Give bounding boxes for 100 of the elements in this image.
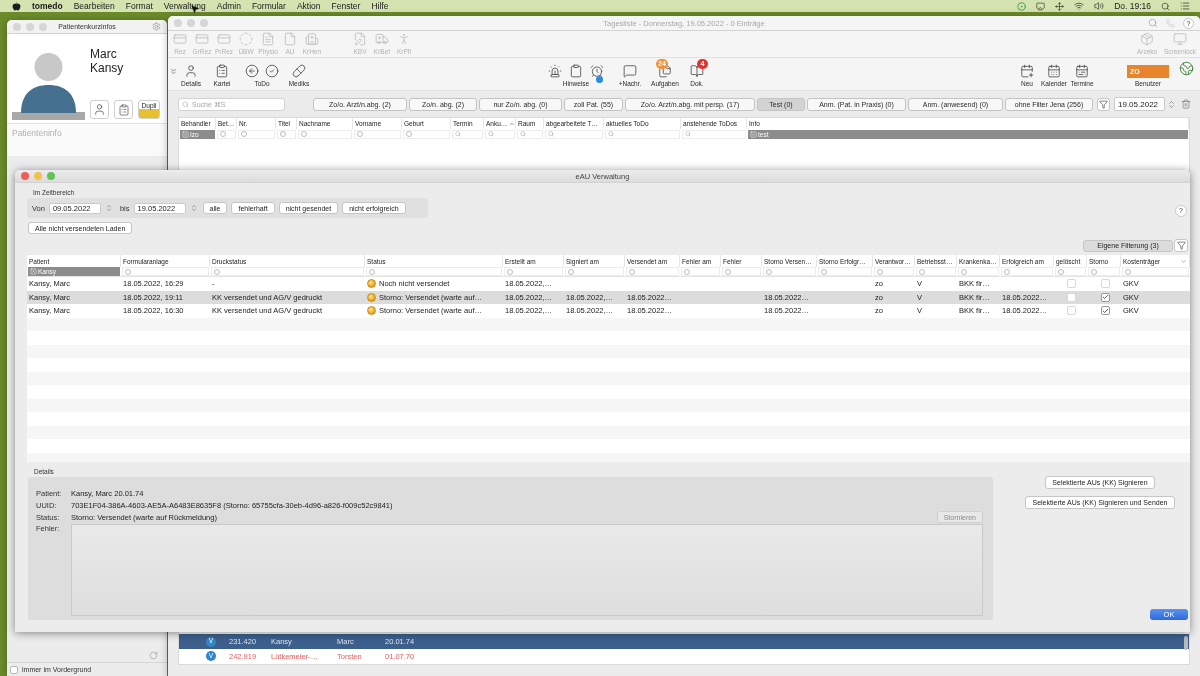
status-dot-icon — [367, 292, 376, 302]
filter-field[interactable] — [763, 267, 816, 276]
error-text-area[interactable] — [71, 524, 983, 616]
delete-button[interactable] — [1179, 97, 1192, 111]
list-icon[interactable] — [1180, 1, 1190, 11]
filter-field[interactable] — [565, 267, 624, 276]
message-icon — [623, 64, 637, 78]
clipboard-icon — [215, 64, 229, 78]
app-menu[interactable]: tomedo — [32, 1, 63, 11]
search-icon[interactable] — [1161, 1, 1170, 11]
search-icon — [548, 131, 554, 137]
filter-field[interactable] — [366, 267, 502, 276]
filter-field[interactable] — [298, 129, 352, 139]
monitor-icon — [1173, 32, 1187, 46]
filter-button[interactable] — [1174, 239, 1188, 252]
filter-field[interactable] — [874, 267, 914, 276]
close-button[interactable] — [21, 172, 29, 180]
search-icon — [608, 131, 614, 137]
filter-field[interactable] — [277, 129, 296, 139]
filter-field[interactable] — [722, 267, 761, 276]
refresh-icon[interactable] — [149, 651, 158, 660]
calendar-range-icon — [1075, 64, 1089, 78]
status-dot-icon — [367, 306, 376, 316]
volume-icon[interactable] — [1094, 1, 1105, 11]
apple-icon[interactable] — [12, 1, 21, 11]
stepper-icon[interactable] — [1167, 100, 1176, 109]
filter-field[interactable] — [485, 129, 515, 139]
phone-icon[interactable] — [1166, 18, 1175, 28]
filter-field[interactable] — [354, 129, 401, 139]
ring-icon — [239, 32, 253, 46]
filter-option-icon — [1058, 268, 1064, 275]
settings-icon[interactable] — [152, 22, 161, 31]
minimize-button[interactable] — [34, 172, 42, 180]
filter-field[interactable] — [958, 267, 999, 276]
stepper-icon[interactable] — [189, 204, 198, 212]
zoom-button[interactable] — [39, 22, 47, 31]
close-button[interactable] — [174, 19, 182, 27]
filter-field[interactable] — [238, 129, 275, 139]
patient-last-name: Kansy — [90, 61, 124, 75]
filter-option-icon — [1125, 268, 1131, 275]
menu-item[interactable]: Hilfe — [371, 1, 389, 11]
wifi-icon[interactable] — [1074, 1, 1085, 11]
menu-clock[interactable]: Do. 19:16 — [1114, 1, 1151, 11]
date-field[interactable]: 19.05.2022 — [1114, 97, 1165, 111]
menu-item[interactable]: Fenster — [331, 1, 361, 11]
filter-field[interactable] — [517, 129, 543, 139]
menu-item[interactable]: Aktion — [296, 1, 321, 11]
filter-field[interactable] — [681, 267, 720, 276]
menu-item[interactable]: Bearbeiten — [73, 1, 115, 11]
filter-field[interactable] — [504, 267, 563, 276]
person-icon — [397, 32, 411, 46]
menu-item[interactable]: Admin — [216, 1, 241, 11]
scrollbar-thumb[interactable] — [1184, 636, 1188, 650]
filter-field[interactable] — [545, 129, 603, 139]
notification-dot-icon — [596, 76, 603, 83]
filter-button[interactable] — [1097, 97, 1110, 111]
menu-item[interactable]: Verwaltung — [163, 1, 206, 11]
filter-field[interactable] — [403, 129, 450, 139]
filter-field[interactable] — [217, 129, 236, 139]
close-button[interactable] — [13, 22, 21, 31]
filter-field[interactable] — [605, 129, 680, 139]
filter-field[interactable] — [452, 129, 483, 139]
filter-field[interactable] — [211, 267, 364, 276]
filter-field[interactable] — [818, 267, 872, 276]
checkbox[interactable] — [1100, 292, 1110, 302]
search-icon — [520, 131, 526, 137]
document-icon — [261, 32, 275, 46]
filter-field[interactable] — [1088, 267, 1120, 276]
calendar-icon — [1047, 64, 1061, 78]
filter-field[interactable] — [1122, 267, 1189, 276]
zoom-button[interactable] — [200, 19, 208, 27]
filter-field[interactable] — [122, 267, 209, 276]
filter-option-icon — [241, 131, 247, 137]
menu-item[interactable]: Formular — [251, 1, 286, 11]
checkbox[interactable] — [10, 665, 18, 674]
card-icon — [217, 32, 231, 46]
filter-option-icon — [125, 268, 131, 275]
double-chevron-icon[interactable] — [169, 67, 178, 76]
filter-field[interactable] — [1055, 267, 1086, 276]
filter-option-icon — [507, 268, 513, 275]
filter-option-icon — [877, 268, 883, 275]
minimize-button[interactable] — [187, 19, 195, 27]
patient-button[interactable] — [90, 100, 109, 119]
record-button[interactable] — [114, 100, 133, 119]
minimize-button[interactable] — [26, 22, 34, 31]
filter-field[interactable] — [626, 267, 679, 276]
checkbox[interactable] — [1100, 306, 1110, 316]
zoom-button[interactable] — [47, 172, 55, 180]
airplay-icon[interactable] — [1036, 1, 1046, 11]
filter-field[interactable] — [916, 267, 956, 276]
move-icon[interactable] — [1055, 1, 1065, 11]
menu-item[interactable]: Format — [125, 1, 153, 11]
search-icon[interactable] — [1148, 18, 1158, 28]
stepper-icon[interactable] — [104, 204, 113, 212]
chevron-down-icon — [1180, 257, 1187, 265]
search-icon — [685, 131, 691, 137]
status-circle-icon[interactable] — [1017, 1, 1027, 11]
filter-field[interactable] — [682, 129, 746, 139]
globe-icon[interactable] — [1179, 61, 1194, 76]
filter-field[interactable] — [1001, 267, 1053, 276]
